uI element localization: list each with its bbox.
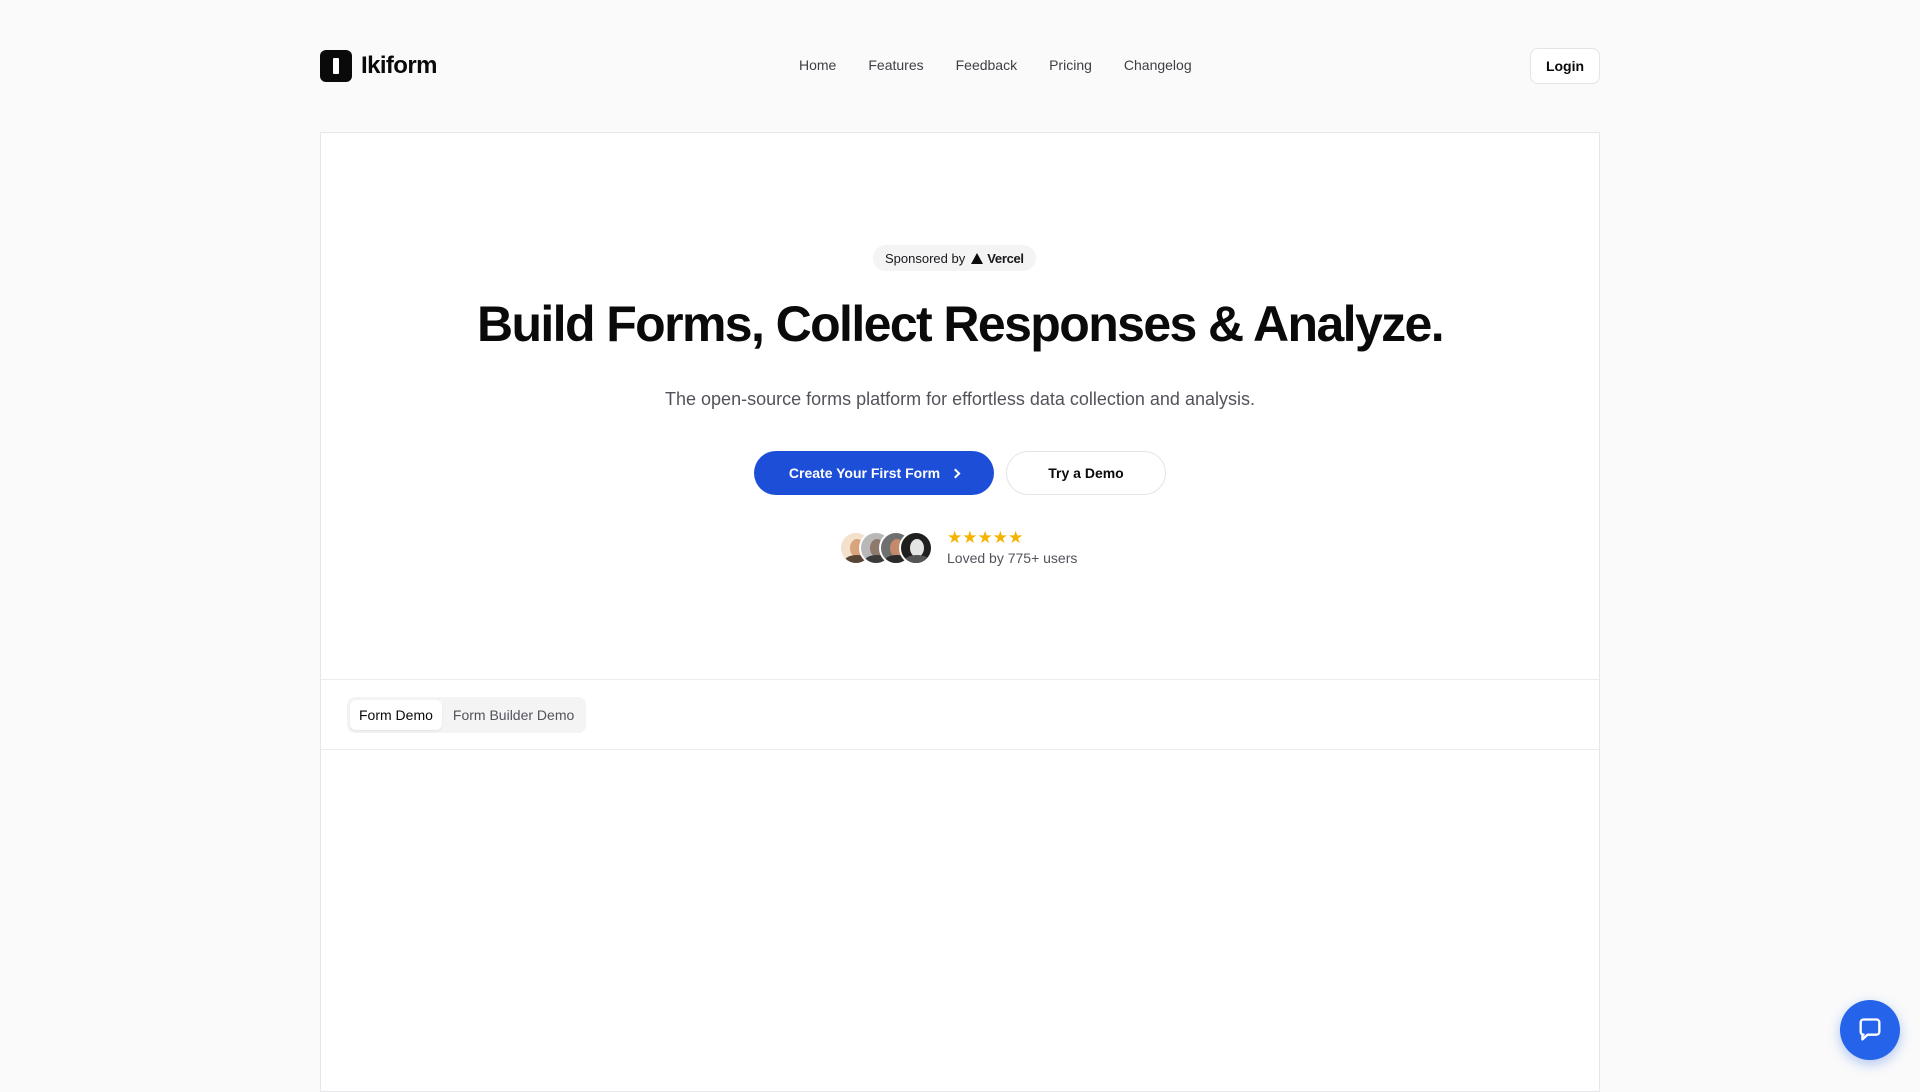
avatar	[899, 530, 933, 565]
sponsor-name: Vercel	[987, 250, 1024, 266]
chat-button[interactable]	[1840, 1000, 1900, 1060]
rating: ★★★★★ Loved by 775+ users	[947, 528, 1078, 567]
vercel-triangle-icon	[971, 252, 984, 264]
user-avatars	[839, 530, 933, 565]
cta-row: Create Your First Form Try a Demo	[754, 451, 1166, 495]
main-card: Sponsored by Vercel Build Forms, Collect…	[320, 132, 1600, 1092]
demo-tabs-bar: Form Demo Form Builder Demo	[321, 681, 1599, 750]
demo-tabs: Form Demo Form Builder Demo	[347, 697, 587, 733]
site-header: Ikiform Home Features Feedback Pricing C…	[320, 48, 1600, 84]
nav-link-feedback[interactable]: Feedback	[940, 57, 1033, 73]
hero-section: Sponsored by Vercel Build Forms, Collect…	[321, 133, 1599, 680]
create-first-form-label: Create Your First Form	[788, 465, 941, 481]
sponsor-badge[interactable]: Sponsored by Vercel	[873, 245, 1036, 271]
loved-by-text: Loved by 775+ users	[947, 550, 1078, 566]
tab-form-demo[interactable]: Form Demo	[350, 700, 442, 730]
try-demo-button[interactable]: Try a Demo	[1006, 451, 1166, 495]
nav-link-changelog[interactable]: Changelog	[1108, 57, 1208, 73]
star-rating-icons: ★★★★★	[947, 528, 1024, 547]
brand-logo-icon	[320, 50, 352, 82]
hero-headline: Build Forms, Collect Responses & Analyze…	[476, 296, 1445, 352]
create-first-form-button[interactable]: Create Your First Form	[754, 451, 994, 495]
login-button[interactable]: Login	[1530, 48, 1600, 84]
nav-link-pricing[interactable]: Pricing	[1033, 57, 1108, 73]
sponsor-prefix: Sponsored by	[885, 250, 966, 266]
nav-link-features[interactable]: Features	[852, 57, 939, 73]
hero-subline: The open-source forms platform for effor…	[665, 389, 1255, 409]
brand-name: Ikiform	[361, 52, 437, 79]
tab-form-builder-demo[interactable]: Form Builder Demo	[444, 700, 583, 730]
brand[interactable]: Ikiform	[320, 50, 437, 82]
main-nav: Home Features Feedback Pricing Changelog	[783, 57, 1208, 73]
nav-link-home[interactable]: Home	[783, 57, 852, 73]
chat-bubble-icon	[1859, 1018, 1881, 1041]
social-proof: ★★★★★ Loved by 775+ users	[839, 529, 1077, 566]
chevron-right-icon	[950, 468, 961, 478]
